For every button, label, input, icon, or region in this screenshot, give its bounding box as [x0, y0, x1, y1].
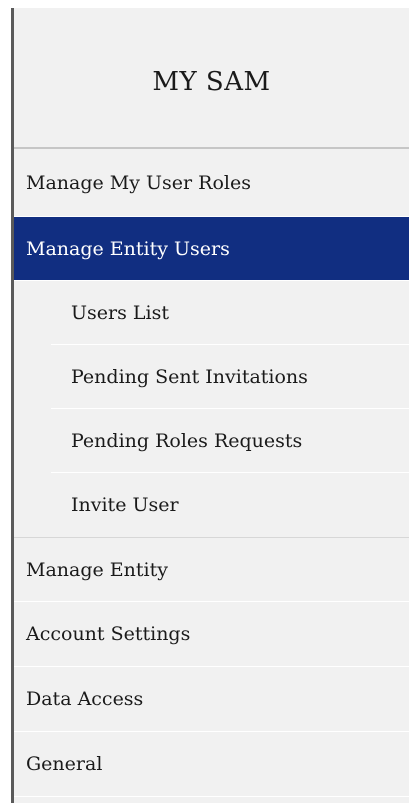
sidebar-item-data-access[interactable]: Data Access [14, 667, 409, 732]
sidebar-subitem-invite-user[interactable]: Invite User [51, 473, 409, 537]
sidebar-item-account-settings[interactable]: Account Settings [14, 602, 409, 667]
sidebar-item-label: Data Access [26, 688, 144, 710]
sidebar-submenu-list: Users List Pending Sent Invitations Pend… [51, 281, 409, 537]
sidebar-subitem-pending-sent-invitations[interactable]: Pending Sent Invitations [51, 345, 409, 409]
sidebar-subitem-pending-roles-requests[interactable]: Pending Roles Requests [51, 409, 409, 473]
sidebar-item-label: Manage Entity [26, 558, 168, 581]
sidebar: MY SAM Manage My User Roles Manage Entit… [11, 8, 409, 803]
sidebar-nav: Manage My User Roles Manage Entity Users… [14, 149, 409, 797]
sidebar-submenu: Users List Pending Sent Invitations Pend… [14, 281, 409, 537]
sidebar-header: MY SAM [14, 8, 409, 149]
sidebar-subitem-users-list[interactable]: Users List [51, 281, 409, 345]
sidebar-subitem-label: Invite User [71, 494, 179, 516]
sidebar-item-label: General [26, 753, 103, 775]
sidebar-item-label: Manage My User Roles [26, 171, 251, 194]
sidebar-item-label: Manage Entity Users [26, 237, 230, 260]
sidebar-item-manage-entity-users[interactable]: Manage Entity Users [14, 217, 409, 281]
sidebar-title: MY SAM [152, 66, 271, 97]
sidebar-subitem-label: Pending Roles Requests [71, 429, 303, 452]
sidebar-item-label: Account Settings [26, 623, 191, 645]
sidebar-subitem-label: Users List [71, 301, 169, 324]
sidebar-item-general[interactable]: General [14, 732, 409, 797]
sidebar-item-manage-entity[interactable]: Manage Entity [14, 537, 409, 602]
sidebar-item-manage-my-user-roles[interactable]: Manage My User Roles [14, 149, 409, 217]
sidebar-subitem-label: Pending Sent Invitations [71, 365, 308, 388]
